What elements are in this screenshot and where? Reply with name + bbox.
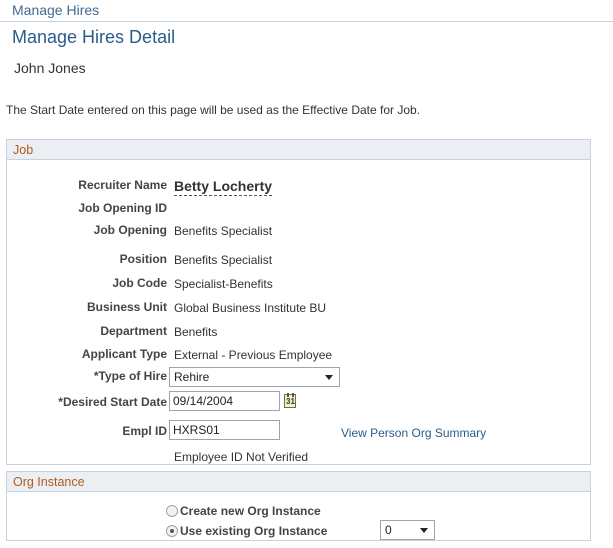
desired-start-date-input[interactable]: 09/14/2004 <box>169 391 280 411</box>
empl-id-label: Empl ID <box>122 424 167 438</box>
job-section: Job Recruiter Name Betty Locherty Job Op… <box>6 139 591 465</box>
position-value: Benefits Specialist <box>174 253 273 267</box>
type-of-hire-label: *Type of Hire <box>93 369 167 383</box>
page-title: Manage Hires Detail <box>12 27 176 47</box>
org-instance-select[interactable]: 0 <box>380 520 435 540</box>
job-opening-id-label: Job Opening ID <box>78 201 167 215</box>
position-label: Position <box>119 252 167 266</box>
job-opening-label: Job Opening <box>93 223 167 237</box>
create-new-org-instance-radio[interactable] <box>166 505 178 517</box>
business-unit-label: Business Unit <box>86 300 167 314</box>
person-name: John Jones <box>14 60 86 76</box>
calendar-icon[interactable]: 31 <box>284 393 296 408</box>
job-section-header: Job <box>7 140 590 160</box>
use-existing-org-instance-label[interactable]: Use existing Org Instance <box>180 524 327 538</box>
type-of-hire-select[interactable]: Rehire <box>169 367 340 387</box>
breadcrumb[interactable]: Manage Hires <box>12 2 99 18</box>
business-unit-value: Global Business Institute BU <box>174 301 327 315</box>
recruiter-name-value[interactable]: Betty Locherty <box>174 178 273 196</box>
job-code-label: Job Code <box>112 276 167 290</box>
effective-date-info: The Start Date entered on this page will… <box>6 103 421 117</box>
job-code-value: Specialist-Benefits <box>174 277 273 291</box>
applicant-type-value: External - Previous Employee <box>174 348 333 362</box>
employee-id-status: Employee ID Not Verified <box>174 450 309 464</box>
type-of-hire-selected-value: Rehire <box>174 370 210 384</box>
create-new-org-instance-label[interactable]: Create new Org Instance <box>180 504 321 518</box>
use-existing-org-instance-radio[interactable] <box>166 525 178 537</box>
org-instance-section: Org Instance Create new Org Instance Use… <box>6 471 591 541</box>
chevron-down-icon <box>420 528 428 533</box>
header-divider <box>0 21 613 22</box>
empl-id-input[interactable]: HXRS01 <box>169 420 280 440</box>
department-label: Department <box>100 324 167 338</box>
applicant-type-label: Applicant Type <box>81 347 167 361</box>
chevron-down-icon <box>325 375 333 380</box>
recruiter-name-label: Recruiter Name <box>78 178 167 192</box>
org-instance-section-header: Org Instance <box>7 472 590 492</box>
view-person-org-summary-link[interactable]: View Person Org Summary <box>341 426 486 440</box>
department-value: Benefits <box>174 325 218 339</box>
job-opening-value: Benefits Specialist <box>174 224 273 238</box>
calendar-icon-number: 31 <box>286 397 295 406</box>
desired-start-date-label: *Desired Start Date <box>58 395 167 409</box>
org-instance-selected-value: 0 <box>385 523 392 537</box>
